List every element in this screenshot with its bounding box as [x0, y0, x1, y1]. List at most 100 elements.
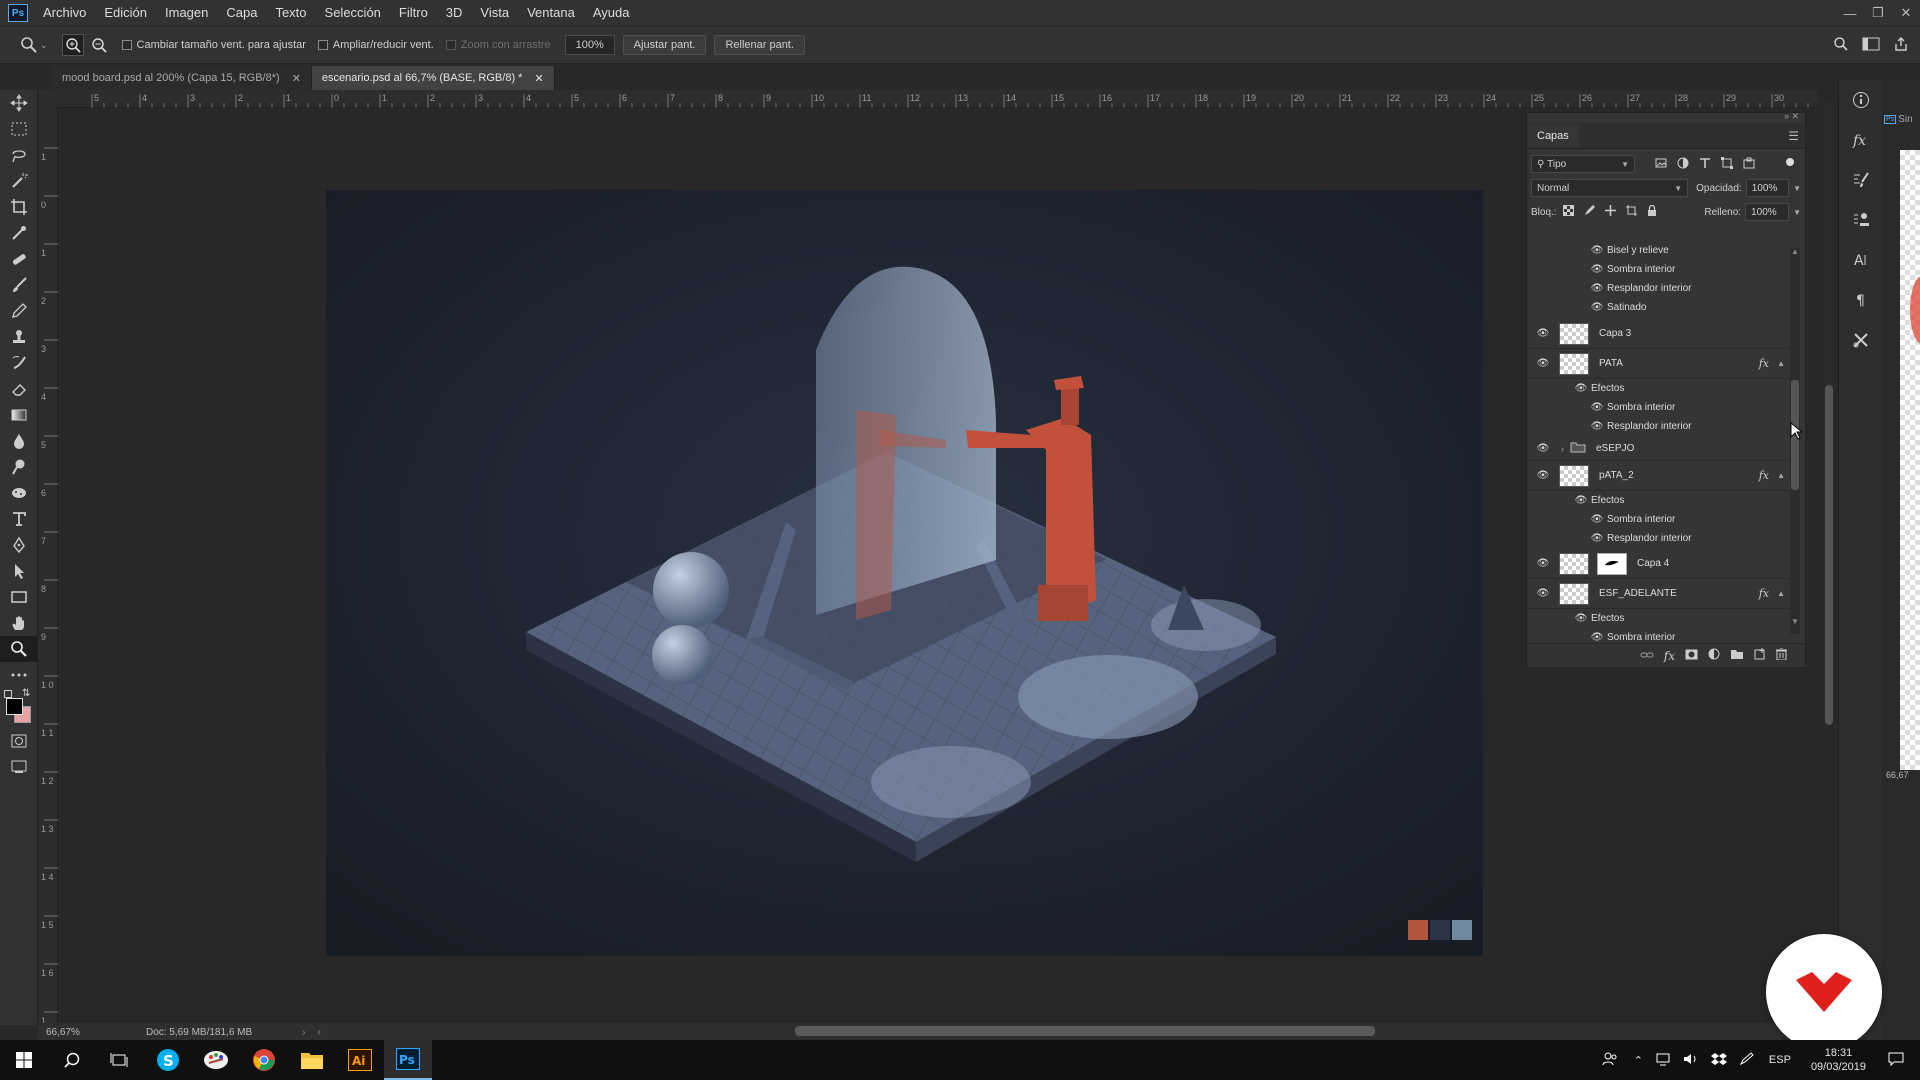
- layer-filter-select[interactable]: ⚲ Tipo ▼: [1531, 155, 1635, 173]
- zoom-out-icon[interactable]: [88, 34, 110, 56]
- menu-ayuda[interactable]: Ayuda: [584, 0, 639, 26]
- add-layer-style-icon[interactable]: fx: [1664, 649, 1675, 663]
- status-zoom[interactable]: 66,67%: [46, 1027, 106, 1038]
- link-layers-icon[interactable]: [1640, 649, 1654, 663]
- eye-icon[interactable]: 👁: [1533, 328, 1553, 340]
- close-tab-icon[interactable]: ✕: [534, 72, 543, 85]
- file-explorer-icon[interactable]: [288, 1040, 336, 1080]
- photoshop-logo-icon[interactable]: Ps: [8, 4, 28, 22]
- effect-inner-shadow[interactable]: 👁 Sombra interior: [1527, 260, 1791, 279]
- panel-menu-icon[interactable]: ☰: [1788, 129, 1799, 143]
- status-arrow-icon[interactable]: ›: [302, 1027, 305, 1038]
- effect-inner-glow[interactable]: 👁 Resplandor interior: [1527, 279, 1791, 298]
- group-espejo[interactable]: 👁 › eSEPJO: [1527, 437, 1791, 461]
- history-brush-tool-icon[interactable]: [0, 350, 38, 376]
- menu-3d[interactable]: 3D: [437, 0, 472, 26]
- menu-imagen[interactable]: Imagen: [156, 0, 217, 26]
- opacity-field[interactable]: 100%: [1745, 179, 1790, 197]
- checkbox-box[interactable]: [317, 40, 328, 50]
- lasso-tool-icon[interactable]: [0, 142, 38, 168]
- lock-pixels-icon[interactable]: [1584, 205, 1595, 219]
- path-selection-tool-icon[interactable]: [0, 558, 38, 584]
- filter-toggle-icon[interactable]: [1785, 157, 1795, 172]
- eye-icon[interactable]: 👁: [1571, 383, 1591, 395]
- layer-esf-adelante[interactable]: 👁 ESF_ADELANTE fx ▲: [1527, 579, 1791, 609]
- filter-shape-icon[interactable]: [1721, 156, 1733, 172]
- close-tab-icon[interactable]: ✕: [292, 72, 301, 85]
- menu-seleccion[interactable]: Selección: [316, 0, 390, 26]
- eyedropper-tool-icon[interactable]: [0, 220, 38, 246]
- eye-icon[interactable]: 👁: [1587, 283, 1607, 295]
- eye-icon[interactable]: 👁: [1533, 588, 1553, 600]
- info-panel-icon[interactable]: [1839, 80, 1883, 120]
- share-icon[interactable]: [1890, 33, 1912, 55]
- screen-mode-icon[interactable]: [0, 754, 38, 780]
- eye-icon[interactable]: 👁: [1587, 264, 1607, 276]
- zoom-tool-preset-icon[interactable]: [18, 34, 40, 56]
- input-language[interactable]: ESP: [1769, 1054, 1791, 1066]
- marquee-tool-icon[interactable]: [0, 116, 38, 142]
- network-icon[interactable]: [1655, 1052, 1671, 1069]
- task-view-icon[interactable]: [96, 1040, 144, 1080]
- filter-smart-object-icon[interactable]: [1743, 157, 1755, 172]
- delete-layer-icon[interactable]: [1776, 647, 1787, 663]
- dock-collapse-icon[interactable]: [1839, 68, 1883, 72]
- collapse-effects-icon[interactable]: ▲: [1777, 589, 1785, 598]
- more-tools-icon[interactable]: [0, 662, 38, 688]
- windows-start-icon[interactable]: [0, 1040, 48, 1080]
- layer-pata-2[interactable]: 👁 pATA_2 fx ▲: [1527, 461, 1791, 491]
- workspace-icon[interactable]: [1860, 33, 1882, 55]
- checkbox-box[interactable]: [121, 40, 132, 50]
- eye-icon[interactable]: 👁: [1587, 402, 1607, 414]
- eye-icon[interactable]: 👁: [1587, 421, 1607, 433]
- menu-archivo[interactable]: Archivo: [34, 0, 95, 26]
- secondary-tab[interactable]: Ps Sin: [1884, 114, 1913, 125]
- new-group-icon[interactable]: [1730, 649, 1744, 663]
- fill-field[interactable]: 100%: [1745, 203, 1790, 221]
- menu-filtro[interactable]: Filtro: [390, 0, 437, 26]
- magic-wand-tool-icon[interactable]: [0, 168, 38, 194]
- new-layer-icon[interactable]: [1754, 648, 1766, 663]
- minimize-icon[interactable]: —: [1836, 0, 1864, 26]
- zoom-percent-field[interactable]: 100%: [564, 35, 615, 55]
- pen-workspace-icon[interactable]: [1739, 1051, 1755, 1069]
- layer-capa-4[interactable]: 👁 Capa 4: [1527, 549, 1791, 579]
- effects-group[interactable]: 👁 Efectos: [1527, 491, 1791, 510]
- document-artwork[interactable]: [326, 190, 1483, 956]
- people-icon[interactable]: [1602, 1051, 1618, 1070]
- pen-tool-icon[interactable]: [0, 532, 38, 558]
- brush-tool-icon[interactable]: [0, 272, 38, 298]
- chevron-down-icon[interactable]: ▼: [1793, 184, 1801, 193]
- fit-screen-button[interactable]: Ajustar pant.: [622, 35, 707, 55]
- horizontal-scrollbar[interactable]: [795, 1026, 1375, 1036]
- resize-windows-checkbox[interactable]: Cambiar tamaño vent. para ajustar: [121, 39, 306, 51]
- zoom-tool-icon[interactable]: [0, 636, 38, 662]
- add-mask-icon[interactable]: [1685, 649, 1698, 663]
- action-center-icon[interactable]: [1888, 1052, 1904, 1069]
- effect-inner-glow[interactable]: 👁 Resplandor interior: [1527, 417, 1791, 436]
- rectangle-tool-icon[interactable]: [0, 584, 38, 610]
- eye-icon[interactable]: 👁: [1587, 302, 1607, 314]
- close-icon[interactable]: ✕: [1892, 0, 1920, 26]
- tray-expand-icon[interactable]: ⌃: [1634, 1054, 1643, 1067]
- effect-inner-shadow[interactable]: 👁 Sombra interior: [1527, 510, 1791, 529]
- layer-mask-thumbnail[interactable]: [1597, 552, 1627, 575]
- crop-tool-icon[interactable]: [0, 194, 38, 220]
- menu-capa[interactable]: Capa: [217, 0, 266, 26]
- scroll-up-icon[interactable]: ▲: [1790, 247, 1800, 256]
- eye-icon[interactable]: 👁: [1587, 632, 1607, 644]
- paint-app-icon[interactable]: [192, 1040, 240, 1080]
- chevron-down-icon[interactable]: ⌄: [40, 40, 48, 51]
- secondary-canvas[interactable]: [1900, 150, 1920, 770]
- volume-icon[interactable]: [1683, 1052, 1699, 1069]
- effect-bevel[interactable]: 👁 Bisel y relieve: [1527, 245, 1791, 260]
- eye-icon[interactable]: 👁: [1533, 558, 1553, 570]
- sponge-tool-icon[interactable]: [0, 480, 38, 506]
- eye-icon[interactable]: 👁: [1571, 495, 1591, 507]
- collapse-effects-icon[interactable]: ▲: [1777, 471, 1785, 480]
- scrubby-zoom-checkbox[interactable]: Zoom con arrastre: [445, 39, 551, 51]
- blur-tool-icon[interactable]: [0, 428, 38, 454]
- search-icon[interactable]: [48, 1040, 96, 1080]
- tools-preset-icon[interactable]: [1839, 320, 1883, 360]
- tab-escenario[interactable]: escenario.psd al 66,7% (BASE, RGB/8) * ✕: [311, 66, 555, 90]
